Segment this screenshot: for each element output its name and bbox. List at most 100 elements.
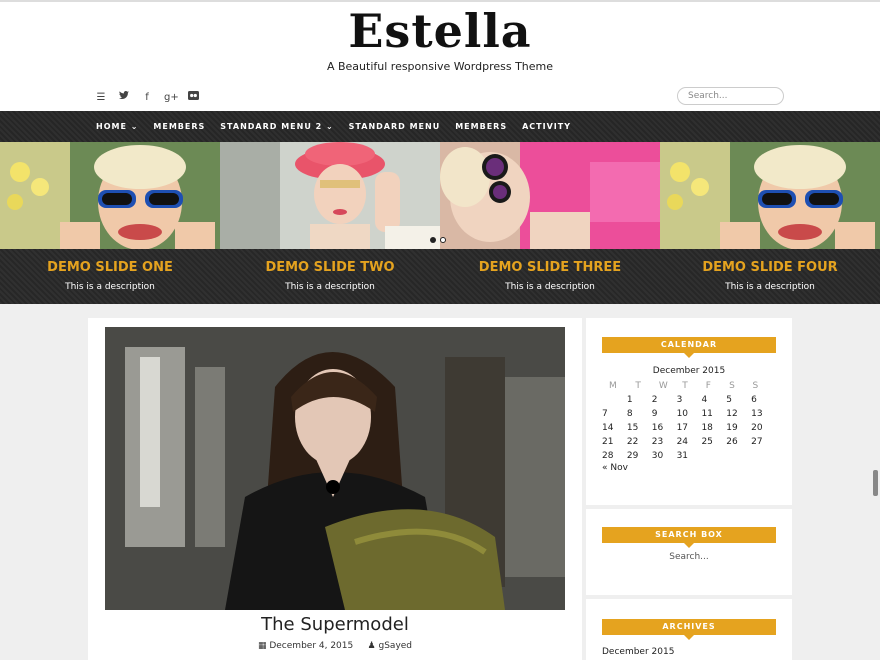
calendar-day: 28 [602,451,614,461]
calendar-day: 16 [651,423,664,433]
archives-widget: ARCHIVES December 2015 [586,599,792,660]
slide-title[interactable]: DEMO SLIDE THREE [440,260,660,275]
calendar-day: 22 [626,437,639,447]
search-widget: SEARCH BOX Search... [586,509,792,595]
slide-2-image [220,142,440,249]
calendar-day: 10 [676,409,689,419]
post-author[interactable]: gSayed [379,641,413,651]
archives-widget-heading: ARCHIVES [602,619,776,640]
nav-item-activity[interactable]: ACTIVITY [522,122,571,131]
calendar-day: 24 [676,437,689,447]
calendar-widget-heading: CALENDAR [602,337,776,358]
archive-link[interactable]: December 2015 [602,647,674,657]
slide-3[interactable]: DEMO SLIDE THREE This is a description [440,142,660,304]
calendar-caption: December 2015 [652,366,726,376]
calendar-week-row: 14 15 16 17 18 19 20 [602,421,776,435]
calendar-day: 31 [676,451,689,461]
calendar-day: 29 [626,451,639,461]
calendar-day: 20 [751,423,763,433]
calendar-day [751,449,776,463]
nav-item-members-2[interactable]: MEMBERS [455,122,507,131]
nav-item-home[interactable]: HOME ⌄ [96,122,138,131]
nav-item-label: HOME [96,122,127,131]
calendar-day: 19 [726,423,738,433]
nav-item-members[interactable]: MEMBERS [153,122,205,131]
main-navigation: HOME ⌄ MEMBERS STANDARD MENU 2 ⌄ STANDAR… [0,111,880,142]
calendar-day: 14 [602,423,614,433]
header-search-input[interactable]: Search... [677,87,784,105]
slide-title[interactable]: DEMO SLIDE FOUR [660,260,880,275]
chevron-down-icon: ⌄ [325,122,334,131]
sidebar-search-input[interactable]: Search... [586,552,792,562]
chevron-down-icon: ⌄ [130,122,139,131]
slide-title[interactable]: DEMO SLIDE TWO [220,260,440,275]
calendar-day: 7 [602,409,608,419]
slide-description: This is a description [505,282,595,292]
facebook-icon[interactable]: f [141,92,153,104]
site-header: Estella A Beautiful responsive Wordpress… [0,0,880,111]
calendar-day: 21 [602,437,614,447]
site-logo[interactable]: Estella [0,4,880,58]
calendar-day: 17 [676,423,689,433]
calendar-prev-link[interactable]: « Nov [602,463,628,473]
weekday-label: T [682,381,688,391]
featured-slider: DEMO SLIDE ONE This is a description DEM… [0,142,880,304]
slide-1[interactable]: DEMO SLIDE ONE This is a description [0,142,220,304]
post-image-graphic [105,327,565,610]
post-title[interactable]: The Supermodel [88,614,582,635]
flickr-icon[interactable] [187,91,199,104]
post-meta: ▦ December 4, 2015 ♟ gSayed [88,641,582,651]
nav-item-label: STANDARD MENU 2 [220,122,323,131]
post-featured-image[interactable] [105,327,565,610]
calendar-day-link[interactable]: 4 [701,393,726,407]
post-card: The Supermodel ▦ December 4, 2015 ♟ gSay… [88,318,582,660]
calendar-day: 15 [626,423,639,433]
calendar-week-row: 1 2 3 4 5 6 [602,393,776,407]
google-plus-icon[interactable]: g+ [164,92,179,104]
calendar-day: 3 [676,395,683,405]
calendar-week-row: 28 29 30 31 [602,449,776,463]
calendar-week-row: 7 8 9 10 11 12 13 [602,407,776,421]
weekday-label: S [729,381,735,391]
slide-4-image [660,142,880,249]
calendar-week-row: 21 22 23 24 25 26 27 [602,435,776,449]
calendar-day: 1 [626,395,633,405]
social-icons: ☰ f g+ [95,91,199,104]
calendar-day: 8 [626,409,633,419]
slide-4[interactable]: DEMO SLIDE FOUR This is a description [660,142,880,304]
calendar-day: 26 [726,437,738,447]
calendar-day: 6 [751,395,757,405]
calendar-day: 30 [651,451,664,461]
slide-2[interactable]: DEMO SLIDE TWO This is a description [220,142,440,304]
calendar-day: 9 [651,409,658,419]
calendar-day [726,449,751,463]
calendar-day: 13 [751,409,763,419]
slider-dot[interactable] [430,237,436,243]
slide-3-image [440,142,660,249]
slide-description: This is a description [725,282,815,292]
calendar-widget: CALENDAR December 2015 M T W T F S S 1 2… [586,318,792,505]
nav-item-standard-menu[interactable]: STANDARD MENU [349,122,441,131]
calendar-day: 2 [651,395,658,405]
menu-icon[interactable]: ☰ [95,92,107,104]
weekday-label: T [635,381,641,391]
calendar-day: 12 [726,409,738,419]
calendar-day [602,393,627,407]
slider-dot-active[interactable] [440,237,446,243]
slide-title[interactable]: DEMO SLIDE ONE [0,260,220,275]
calendar-day: 18 [701,423,713,433]
post-date[interactable]: December 4, 2015 [269,641,353,651]
calendar-day: 27 [751,437,763,447]
search-widget-heading: SEARCH BOX [602,527,776,548]
scrollbar-thumb[interactable] [873,470,878,496]
user-icon: ♟ [367,641,376,651]
weekday-label: M [609,381,617,391]
slide-description: This is a description [65,282,155,292]
twitter-icon[interactable] [118,91,130,104]
calendar-day: 23 [651,437,664,447]
calendar-day: 11 [701,409,713,419]
calendar-day: 25 [701,437,713,447]
nav-item-standard-menu-2[interactable]: STANDARD MENU 2 ⌄ [220,122,333,131]
weekday-label: S [752,381,759,391]
calendar-icon: ▦ [257,641,267,651]
